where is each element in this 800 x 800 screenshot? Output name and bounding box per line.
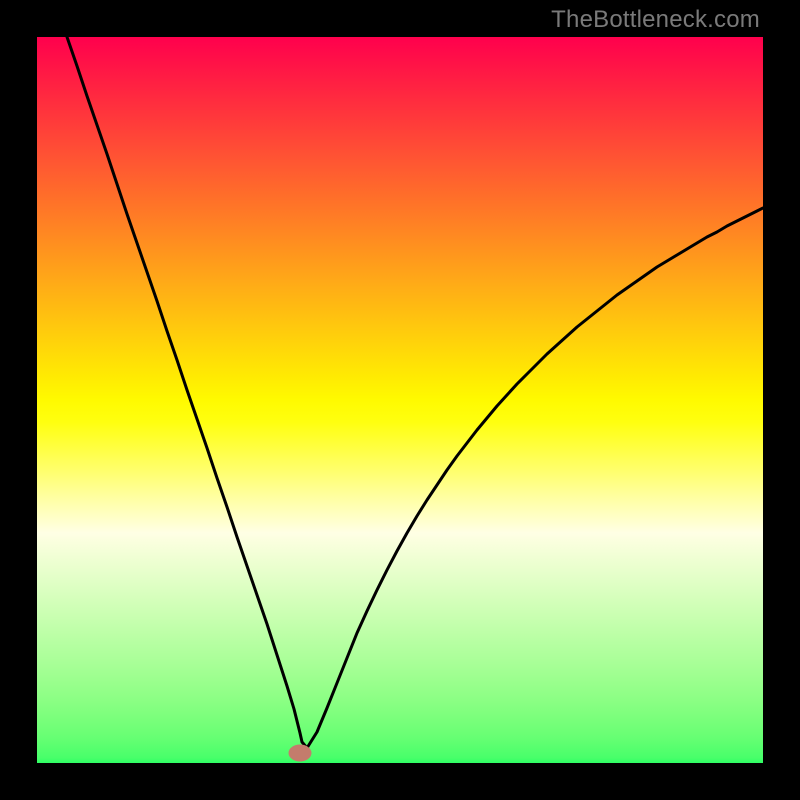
chart-plot-area — [37, 37, 763, 763]
chart-frame: TheBottleneck.com — [0, 0, 800, 800]
optimal-point-marker — [289, 745, 312, 762]
watermark-text: TheBottleneck.com — [551, 6, 760, 34]
bottleneck-curve — [67, 37, 763, 748]
chart-curve-svg — [37, 37, 763, 763]
